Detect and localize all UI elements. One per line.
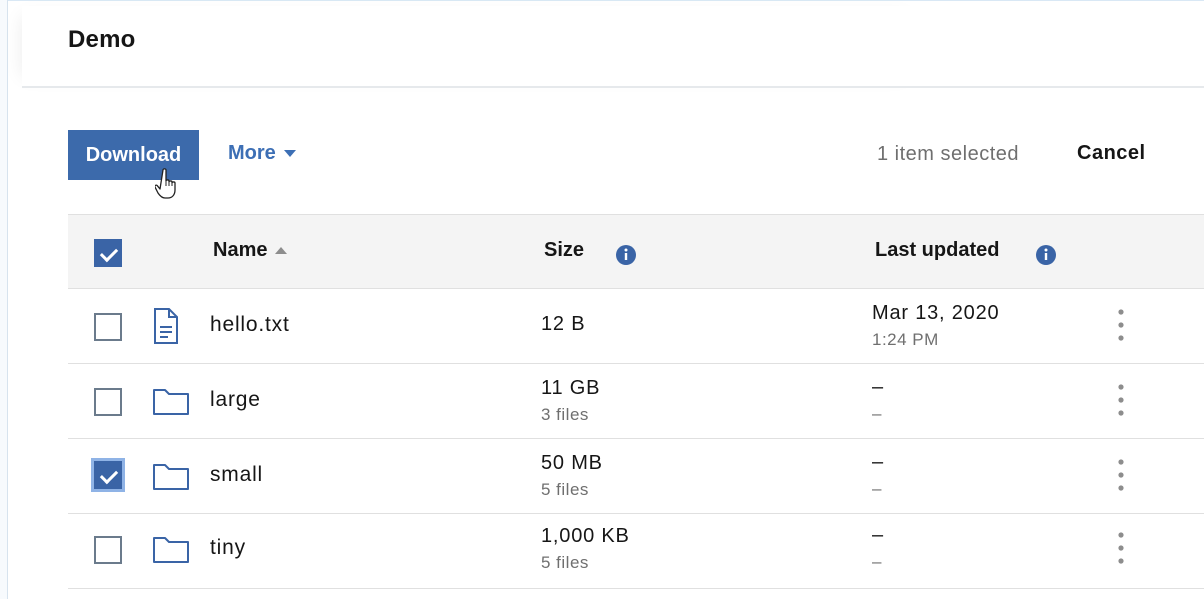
folder-icon [153,464,189,490]
info-icon[interactable] [1035,244,1057,266]
cancel-button[interactable]: Cancel [1077,142,1146,165]
row-name[interactable]: small [210,463,263,487]
chevron-down-icon [283,150,296,157]
row-size: 11 GB [541,377,601,399]
overflow-menu-icon[interactable] [1113,457,1129,493]
column-name-label: Name [213,239,268,261]
row-time: – [872,404,882,423]
row-file-count: 5 files [541,553,589,572]
folder-icon [153,389,189,415]
row-date: – [872,524,884,546]
selection-status: 1 item selected [877,143,1020,165]
row-size: 50 MB [541,452,603,474]
row-checkbox[interactable] [94,313,122,341]
more-menu-button[interactable]: More [228,142,296,165]
sort-ascending-icon [275,247,288,254]
table-row[interactable]: hello.txt 12 B Mar 13, 2020 1:24 PM [68,289,1204,364]
row-name[interactable]: hello.txt [210,313,290,337]
table-row[interactable]: tiny 1,000 KB 5 files – – [68,514,1204,589]
select-all-checkbox[interactable] [94,239,122,267]
info-icon[interactable] [615,244,637,266]
row-checkbox[interactable] [94,388,122,416]
document-icon [154,308,178,344]
row-time: – [872,552,882,571]
column-header-size: Size [544,239,585,261]
overflow-menu-icon[interactable] [1113,307,1129,343]
overflow-menu-icon[interactable] [1113,382,1129,418]
row-date: – [872,451,884,473]
row-file-count: 3 files [541,405,589,424]
overflow-menu-icon[interactable] [1113,530,1129,566]
row-name[interactable]: tiny [210,536,246,560]
hand-pointer-icon [155,168,176,199]
row-size: 12 B [541,313,586,335]
row-name[interactable]: large [210,388,261,412]
row-checkbox[interactable] [91,458,125,492]
table-row[interactable]: small 50 MB 5 files – – [68,439,1204,514]
row-date: Mar 13, 2020 [872,302,1000,324]
left-divider [7,0,8,599]
more-label: More [228,142,276,164]
column-header-name[interactable]: Name [213,239,288,262]
column-header-last-updated: Last updated [875,239,1000,261]
row-file-count: 5 files [541,480,589,499]
row-date: – [872,376,884,398]
table-row[interactable]: large 11 GB 3 files – – [68,364,1204,439]
row-time: – [872,479,882,498]
page-title: Demo [68,26,136,53]
folder-icon [153,537,189,563]
row-checkbox[interactable] [94,536,122,564]
row-size: 1,000 KB [541,525,630,547]
table-header: Name Size Last updated [68,214,1204,289]
page-header [22,6,1204,88]
row-time: 1:24 PM [872,330,939,349]
